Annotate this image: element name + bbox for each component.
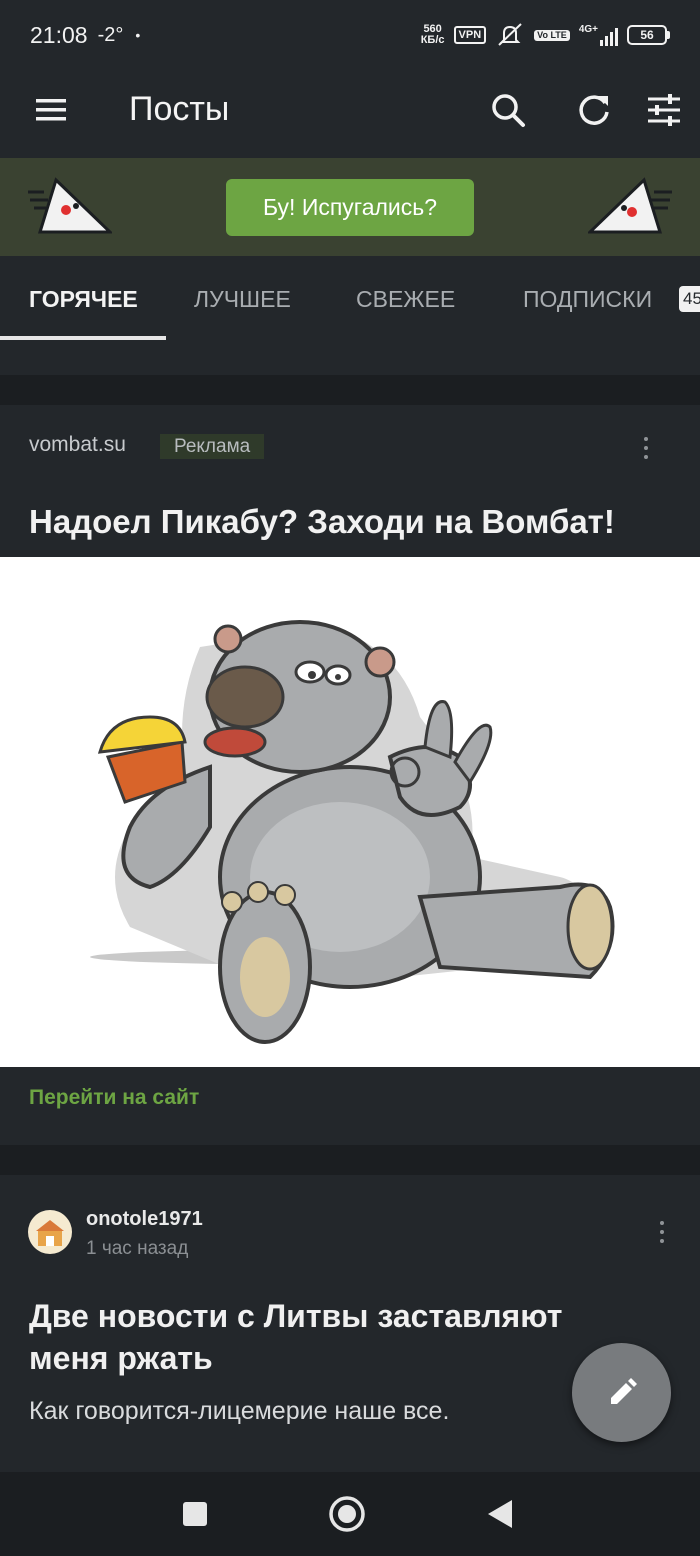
app-bar: Посты xyxy=(0,70,700,158)
post-author[interactable]: onotole1971 xyxy=(86,1208,203,1231)
menu-icon[interactable] xyxy=(36,98,66,122)
status-dot: • xyxy=(135,27,141,43)
home-icon[interactable] xyxy=(327,1494,367,1534)
system-nav-bar xyxy=(0,1472,700,1556)
previous-card-footer xyxy=(0,342,700,375)
active-tab-indicator xyxy=(0,336,166,340)
user-avatar-icon xyxy=(36,1220,64,1246)
network-speed: 560 КБ/с xyxy=(420,23,445,46)
tab-subscriptions[interactable]: ПОДПИСКИ xyxy=(523,286,652,313)
ghost-mascot-icon-right xyxy=(588,177,672,234)
subscriptions-count-badge: 45 xyxy=(679,286,700,312)
ad-badge: Реклама xyxy=(160,434,265,459)
post-more-options-icon[interactable] xyxy=(658,1219,666,1245)
go-to-site-link[interactable]: Перейти на сайт xyxy=(29,1086,199,1110)
ad-card: vombat.su Реклама Надоел Пикабу? Заходи … xyxy=(0,405,700,1145)
muted-bell-icon xyxy=(498,23,522,46)
promo-banner: Бу! Испугались? xyxy=(0,158,700,256)
signal-icon: 4G+ xyxy=(579,24,618,46)
tab-fresh[interactable]: СВЕЖЕЕ xyxy=(356,286,455,313)
more-options-icon[interactable] xyxy=(642,435,650,461)
refresh-icon[interactable] xyxy=(574,90,614,130)
boo-button[interactable]: Бу! Испугались? xyxy=(226,179,474,236)
status-temperature: -2° xyxy=(97,23,124,46)
status-bar: 21:08 -2° • 560 КБ/с VPN Vo LTE 4G+ 56 xyxy=(0,0,700,70)
ad-title[interactable]: Надоел Пикабу? Заходи на Вомбат! xyxy=(29,503,615,541)
tab-hot[interactable]: ГОРЯЧЕЕ xyxy=(29,286,138,313)
post-text[interactable]: Как говорится-лицемерие наше все. xyxy=(29,1397,449,1426)
ad-source[interactable]: vombat.su xyxy=(29,433,126,457)
create-post-button[interactable] xyxy=(572,1343,671,1442)
battery-icon: 56 xyxy=(627,25,670,45)
avatar[interactable] xyxy=(28,1210,72,1254)
search-icon[interactable] xyxy=(488,90,528,130)
ghost-mascot-icon-left xyxy=(28,177,112,234)
pencil-icon xyxy=(610,1377,637,1404)
post-title[interactable]: Две новости с Литвы заставляют меня ржат… xyxy=(29,1295,639,1379)
recent-apps-icon[interactable] xyxy=(175,1494,215,1534)
feed-tabs: ГОРЯЧЕЕ ЛУЧШЕЕ СВЕЖЕЕ ПОДПИСКИ xyxy=(0,256,700,342)
ad-image[interactable] xyxy=(0,557,700,1067)
volte-icon: Vo LTE xyxy=(534,29,570,41)
vpn-icon: VPN xyxy=(453,26,487,44)
post-timestamp: 1 час назад xyxy=(86,1238,189,1259)
wombat-illustration-icon xyxy=(90,620,615,1044)
status-time: 21:08 xyxy=(30,21,88,48)
filter-sliders-icon[interactable] xyxy=(644,90,684,130)
tab-best[interactable]: ЛУЧШЕЕ xyxy=(194,286,291,313)
page-title: Посты xyxy=(129,90,230,128)
back-icon[interactable] xyxy=(480,1494,520,1534)
